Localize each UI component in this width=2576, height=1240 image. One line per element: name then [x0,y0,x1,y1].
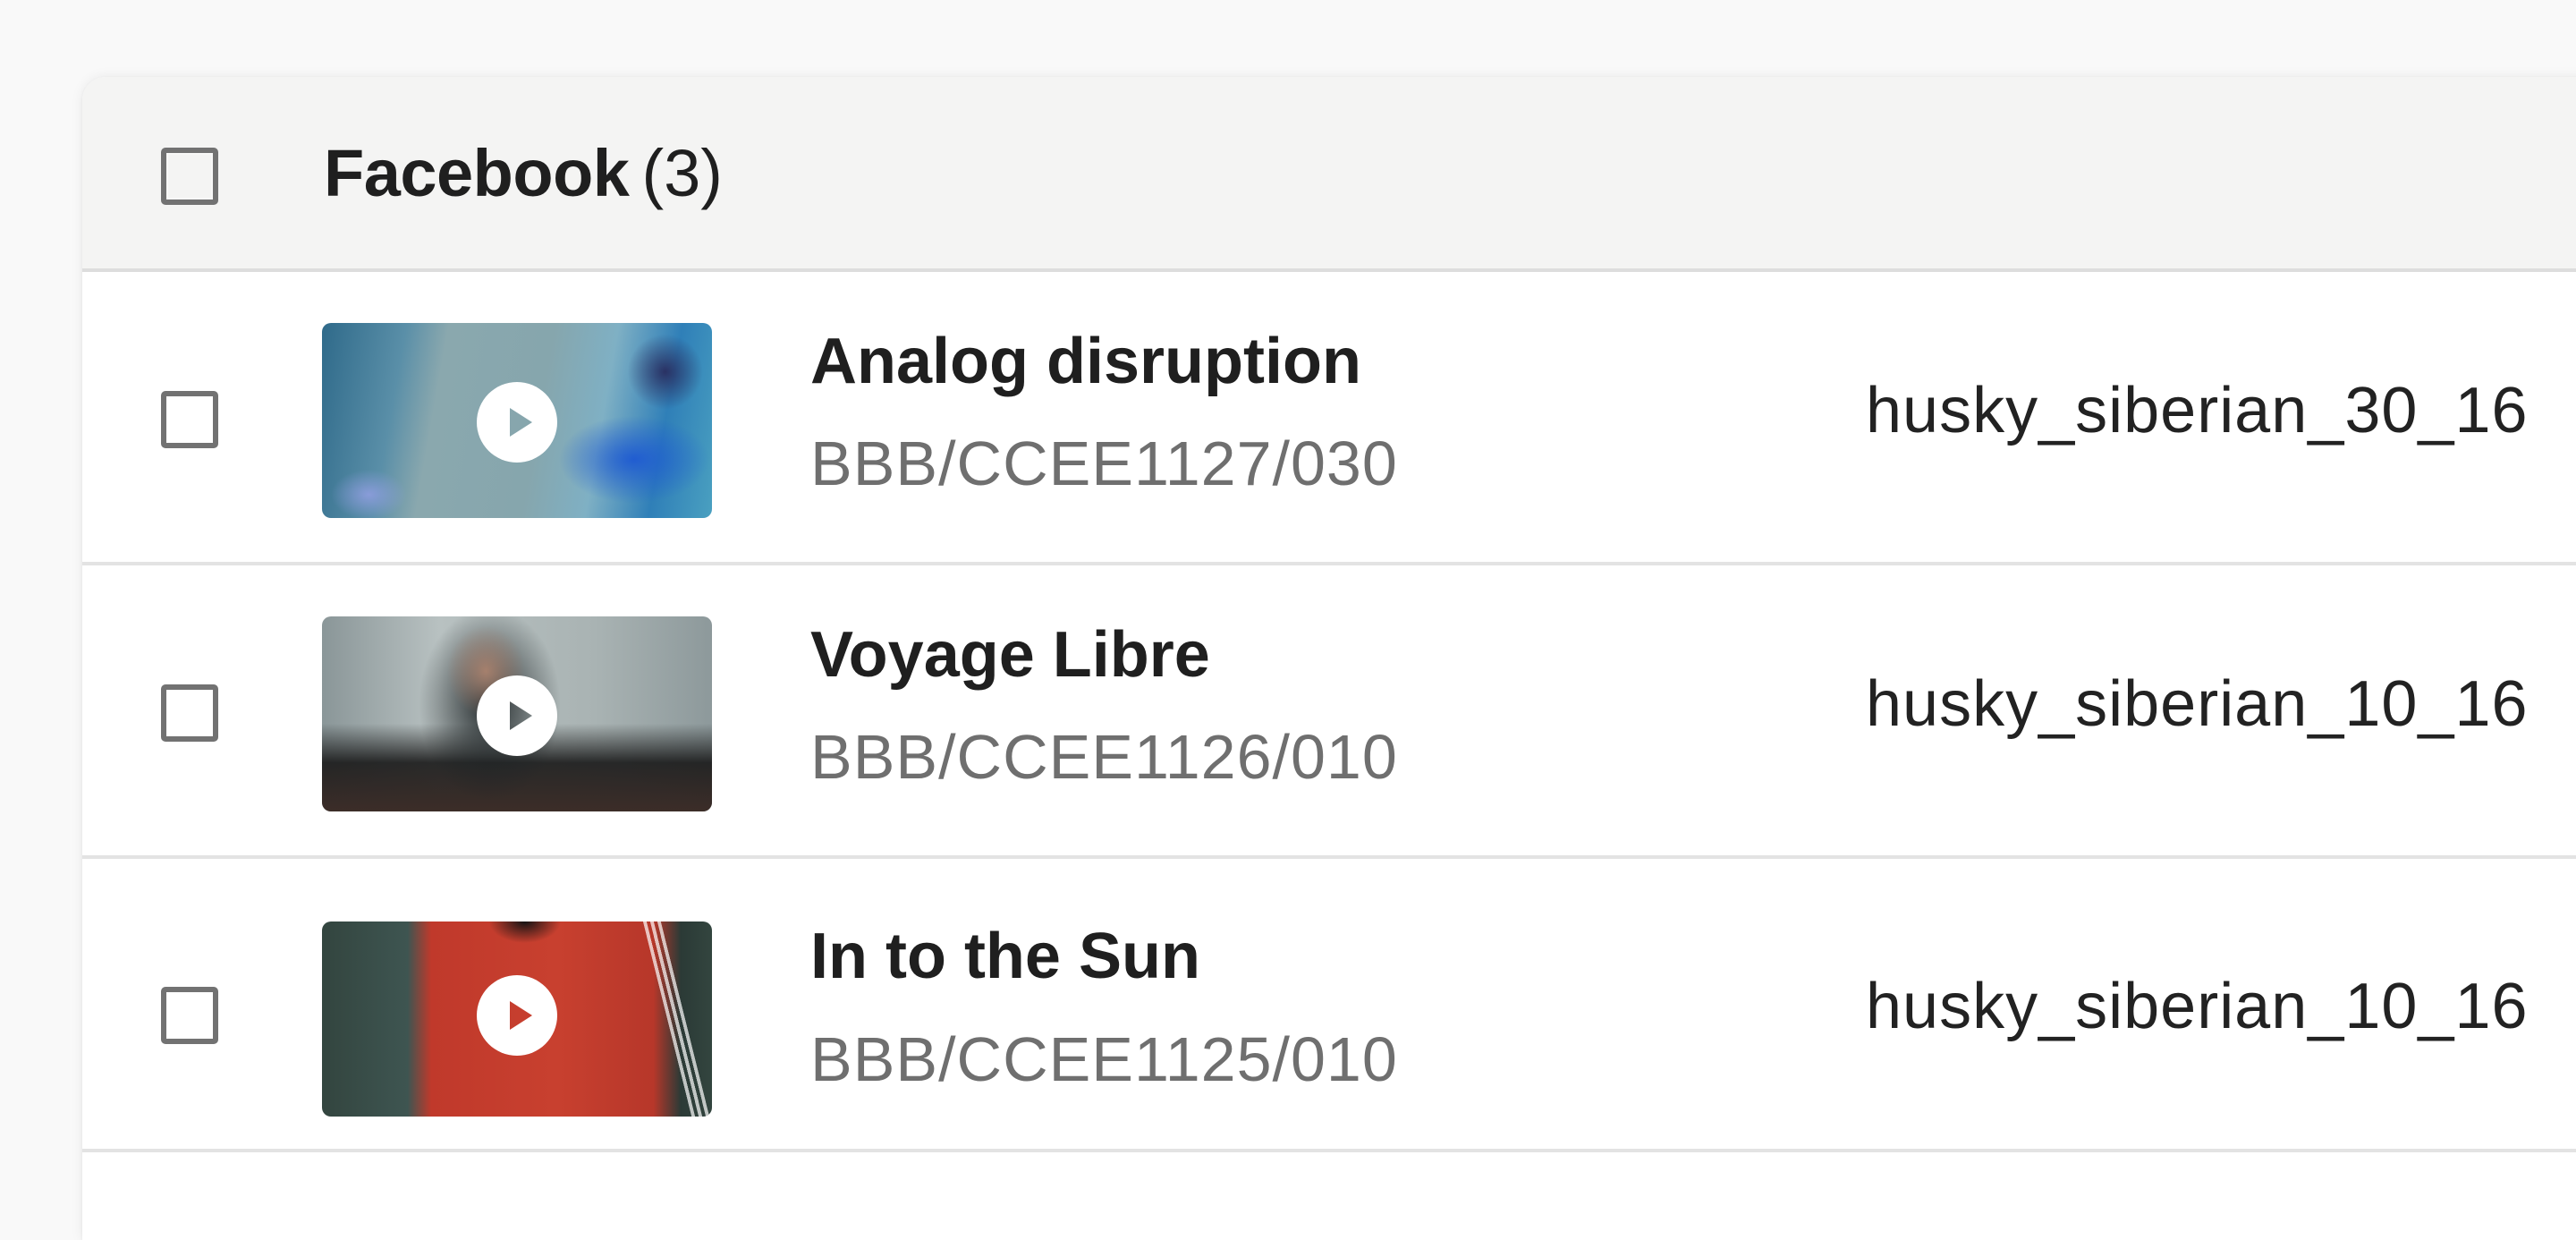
asset-code: BBB/CCEE1127/030 [810,429,1398,498]
play-icon[interactable] [476,675,558,757]
video-thumbnail[interactable] [322,323,712,518]
asset-row[interactable]: In to the Sun BBB/CCEE1125/010 husky_sib… [82,859,2576,1152]
group-title: Facebook (3) [324,131,723,217]
group-name: Facebook [324,136,630,210]
select-all-checkbox[interactable] [161,148,218,205]
asset-title: Analog disruption [810,326,1361,397]
group-count: (3) [641,136,723,210]
video-thumbnail[interactable] [322,616,712,811]
play-icon[interactable] [476,381,558,463]
video-thumbnail[interactable] [322,922,712,1117]
asset-row[interactable]: Analog disruption BBB/CCEE1127/030 husky… [82,272,2576,565]
asset-group-card: Facebook (3) Analog disruption BBB/CCEE11… [82,77,2576,1240]
row-checkbox[interactable] [161,987,218,1044]
asset-title: In to the Sun [810,921,1200,992]
asset-filename: husky_siberian_10_16 [1866,971,2529,1042]
asset-title: Voyage Libre [810,619,1210,691]
row-checkbox[interactable] [161,391,218,448]
play-icon[interactable] [476,974,558,1057]
asset-row[interactable]: Voyage Libre BBB/CCEE1126/010 husky_sibe… [82,565,2576,859]
asset-code: BBB/CCEE1126/010 [810,722,1398,792]
asset-code: BBB/CCEE1125/010 [810,1024,1398,1094]
asset-filename: husky_siberian_10_16 [1866,668,2529,740]
asset-filename: husky_siberian_30_16 [1866,375,2529,446]
group-header: Facebook (3) [82,77,2576,272]
row-checkbox[interactable] [161,684,218,742]
